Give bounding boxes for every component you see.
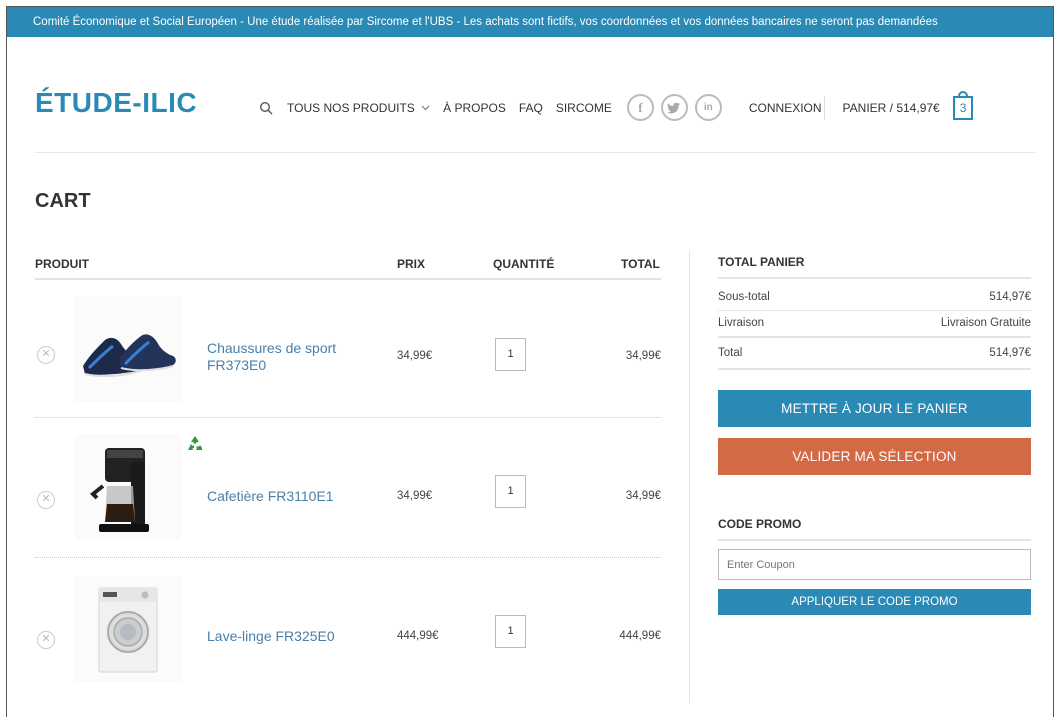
notice-text: Comité Économique et Social Européen - U…: [33, 16, 938, 28]
product-name-line: FR373E0: [207, 357, 267, 373]
product-total: 444,99€: [619, 630, 661, 642]
cart-bag-icon[interactable]: 3: [953, 90, 974, 120]
linkedin-glyph: in: [703, 102, 713, 113]
table-row: ✕ Cafetière FR3110E1 34,99€ 1 34,99€: [35, 420, 661, 558]
table-row: ✕ Lave-linge FR325E0 444,99€ 1 444,99€: [35, 560, 661, 698]
product-name-line: Cafetière FR3110E1: [207, 488, 334, 504]
total-row: Total 514,97€: [718, 338, 1031, 370]
coupon-input[interactable]: [718, 549, 1031, 580]
nav-faq[interactable]: FAQ: [519, 101, 543, 115]
remove-item-button[interactable]: ✕: [37, 346, 55, 364]
promo-title: CODE PROMO: [718, 517, 802, 531]
nav-cart[interactable]: PANIER / 514,97€ 3: [842, 90, 974, 120]
search-icon[interactable]: [259, 101, 273, 115]
checkout-button[interactable]: VALIDER MA SÉLECTION: [718, 438, 1031, 475]
site-logo[interactable]: ÉTUDE-ILIC: [35, 87, 197, 119]
cart-totals-line: [718, 277, 1031, 279]
column-header-product: PRODUIT: [35, 257, 89, 271]
recycle-icon: [188, 436, 202, 450]
row-divider: [35, 417, 661, 418]
cart-count: 3: [959, 100, 967, 115]
cart-totals-title: TOTAL PANIER: [718, 255, 805, 269]
subtotal-row: Sous-total 514,97€: [718, 285, 1031, 311]
nav-separator: [823, 95, 825, 120]
site-header: ÉTUDE-ILIC TOUS NOS PRODUITS À PROPOS FA…: [7, 37, 1053, 153]
nav-all-products[interactable]: TOUS NOS PRODUITS: [287, 101, 430, 115]
page-frame: Comité Économique et Social Européen - U…: [6, 6, 1054, 717]
update-cart-button[interactable]: METTRE À JOUR LE PANIER: [718, 390, 1031, 427]
quantity-input[interactable]: 1: [495, 475, 526, 508]
product-name-link[interactable]: Chaussures de sport FR373E0: [207, 340, 336, 374]
product-name-link[interactable]: Cafetière FR3110E1: [207, 488, 334, 505]
header-divider: [35, 152, 1035, 153]
facebook-glyph: f: [638, 99, 643, 115]
product-total: 34,99€: [625, 490, 661, 502]
nav-cart-label: PANIER / 514,97€: [842, 100, 940, 115]
product-name-link[interactable]: Lave-linge FR325E0: [207, 628, 335, 645]
subtotal-value: 514,97€: [989, 291, 1031, 303]
promo-line: [718, 539, 1031, 541]
table-row: ✕ Chaussures de sport FR373E0 34,99€ 1 3…: [35, 280, 661, 418]
remove-item-button[interactable]: ✕: [37, 491, 55, 509]
product-price: 34,99€: [397, 490, 433, 502]
linkedin-icon[interactable]: in: [694, 94, 722, 121]
row-divider: [35, 557, 661, 558]
total-value: 514,97€: [989, 347, 1031, 359]
product-image-coffee-maker[interactable]: [75, 434, 181, 540]
product-name-line: Chaussures de sport: [207, 340, 337, 356]
shipping-row: Livraison Livraison Gratuite: [718, 311, 1031, 338]
product-total: 34,99€: [625, 350, 661, 362]
nav-login[interactable]: CONNEXION: [749, 101, 822, 115]
column-header-quantity: QUANTITÉ: [493, 257, 555, 271]
twitter-bird-glyph: [667, 102, 681, 113]
remove-item-button[interactable]: ✕: [37, 631, 55, 649]
facebook-icon[interactable]: f: [626, 94, 654, 121]
shipping-label: Livraison: [718, 317, 765, 329]
product-image-washing-machine[interactable]: [75, 576, 181, 682]
cart-totals: TOTAL PANIER Sous-total 514,97€ Livraiso…: [718, 249, 1031, 615]
main-nav: TOUS NOS PRODUITS À PROPOS FAQ SIRCOME f…: [259, 90, 974, 121]
product-price: 444,99€: [397, 630, 439, 642]
subtotal-label: Sous-total: [718, 291, 770, 303]
product-name-line: Lave-linge FR325E0: [207, 628, 335, 644]
page-title: CART: [35, 190, 91, 212]
quantity-input[interactable]: 1: [495, 338, 526, 371]
column-header-total: TOTAL: [621, 257, 660, 271]
nav-sircome[interactable]: SIRCOME: [556, 101, 612, 115]
column-header-price: PRIX: [397, 257, 426, 271]
nav-about[interactable]: À PROPOS: [443, 101, 506, 115]
chevron-down-icon: [421, 105, 430, 111]
product-image-shoes[interactable]: [75, 296, 181, 402]
column-divider: [689, 251, 690, 703]
product-price: 34,99€: [397, 350, 433, 362]
quantity-input[interactable]: 1: [495, 615, 526, 648]
notice-banner: Comité Économique et Social Européen - U…: [7, 7, 1053, 37]
nav-all-products-label: TOUS NOS PRODUITS: [287, 100, 415, 115]
apply-coupon-button[interactable]: APPLIQUER LE CODE PROMO: [718, 589, 1031, 615]
shipping-value: Livraison Gratuite: [940, 317, 1031, 329]
social-links: f in: [626, 94, 729, 121]
twitter-icon[interactable]: [660, 94, 688, 121]
total-label: Total: [718, 347, 743, 359]
